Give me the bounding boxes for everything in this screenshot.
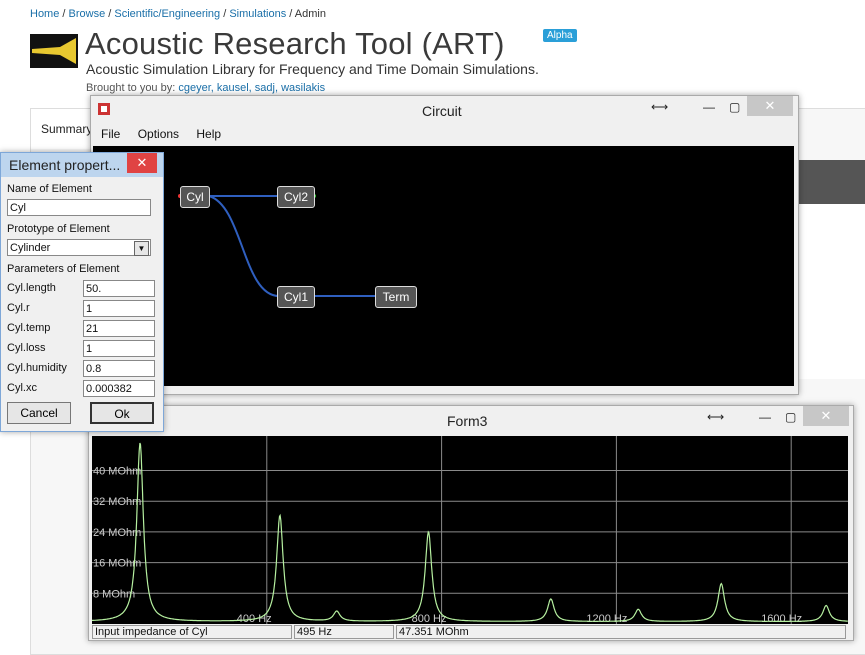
status-impedance: 47.351 MOhm	[396, 625, 846, 639]
node-term[interactable]: Term	[375, 286, 417, 308]
breadcrumb-simulations[interactable]: Simulations	[229, 8, 286, 20]
param-name: Cyl.xc	[7, 382, 37, 394]
brought-by: Brought to you by: cgeyer, kausel, sadj,…	[86, 82, 326, 94]
breadcrumb-home[interactable]: Home	[30, 8, 59, 20]
x-tick-label: 1200 Hz	[586, 613, 627, 624]
trumpet-icon	[32, 38, 76, 64]
authors-links[interactable]: cgeyer, kausel, sadj, wasilakis	[178, 82, 325, 94]
element-properties-dialog: Element propert... ✕ Name of Element Cyl…	[0, 152, 164, 432]
page-header-bar	[795, 160, 865, 204]
form3-titlebar[interactable]: Form3 ⟷ — ▢ ✕	[89, 406, 853, 434]
form3-title: Form3	[447, 413, 488, 429]
breadcrumb-admin: Admin	[294, 8, 326, 20]
circuit-close-button[interactable]: ✕	[747, 96, 793, 116]
status-frequency: 495 Hz	[294, 625, 394, 639]
node-cyl[interactable]: Cyl	[180, 186, 210, 208]
page-content	[795, 204, 865, 379]
breadcrumb: Home / Browse / Scientific/Engineering /…	[30, 8, 326, 20]
resize-icon[interactable]: ⟷	[651, 100, 668, 114]
params-label: Parameters of Element	[7, 263, 120, 275]
node-cyl2[interactable]: Cyl2	[277, 186, 315, 208]
menu-options[interactable]: Options	[138, 127, 179, 141]
param-name: Cyl.loss	[7, 342, 46, 354]
y-tick-label: 24 MOhm	[93, 527, 141, 539]
props-titlebar[interactable]: Element propert... ✕	[1, 153, 163, 177]
param-value-input[interactable]: 1	[83, 340, 155, 357]
prototype-label: Prototype of Element	[7, 223, 110, 235]
ok-button[interactable]: Ok	[90, 402, 154, 424]
circuit-menubar: File Options Help	[91, 124, 798, 144]
menu-file[interactable]: File	[101, 127, 120, 141]
breadcrumb-browse[interactable]: Browse	[69, 8, 106, 20]
impedance-plot[interactable]: 8 MOhm 16 MOhm 24 MOhm 32 MOhm 40 MOhm 400 Hz…	[92, 436, 848, 625]
param-name: Cyl.r	[7, 302, 30, 314]
x-tick-label: 1600 Hz	[761, 613, 802, 624]
param-value-input[interactable]: 50.	[83, 280, 155, 297]
x-tick-label: 800 Hz	[412, 613, 447, 624]
param-name: Cyl.length	[7, 282, 56, 294]
form3-window: Form3 ⟷ — ▢ ✕ 8 MOhm 16 MOhm 24 MOhm 32 MOh…	[88, 405, 854, 641]
name-label: Name of Element	[7, 183, 92, 195]
minimize-button[interactable]: —	[703, 100, 715, 114]
y-tick-label: 32 MOhm	[93, 496, 141, 508]
param-value-input[interactable]: 0.000382	[83, 380, 155, 397]
props-close-button[interactable]: ✕	[127, 153, 157, 173]
y-tick-label: 40 MOhm	[93, 466, 141, 478]
y-tick-label: 8 MOhm	[93, 588, 135, 600]
param-name: Cyl.temp	[7, 322, 51, 334]
circuit-canvas[interactable]: Cyl Cyl2 Cyl1 Term	[93, 146, 794, 386]
impedance-chart: 8 MOhm16 MOhm24 MOhm32 MOhm40 MOhm400 Hz…	[92, 436, 848, 625]
param-value-input[interactable]: 0.8	[83, 360, 155, 377]
maximize-button[interactable]: ▢	[785, 410, 796, 424]
node-cyl1[interactable]: Cyl1	[277, 286, 315, 308]
project-subtitle: Acoustic Simulation Library for Frequenc…	[86, 61, 539, 77]
minimize-button[interactable]: —	[759, 410, 771, 424]
param-name: Cyl.humidity	[7, 362, 67, 374]
circuit-title: Circuit	[422, 103, 462, 119]
status-description: Input impedance of Cyl	[92, 625, 292, 639]
maximize-button[interactable]: ▢	[729, 100, 740, 114]
circuit-window: Circuit ⟷ — ▢ ✕ File Options Help Cyl Cy…	[90, 95, 799, 395]
project-logo	[30, 34, 78, 68]
name-input[interactable]: Cyl	[7, 199, 151, 216]
param-value-input[interactable]: 21	[83, 320, 155, 337]
props-title: Element propert...	[9, 157, 121, 173]
app-icon	[98, 103, 110, 115]
alpha-badge: Alpha	[543, 29, 577, 42]
form3-close-button[interactable]: ✕	[803, 406, 849, 426]
menu-help[interactable]: Help	[196, 127, 221, 141]
cancel-button[interactable]: Cancel	[7, 402, 71, 424]
param-value-input[interactable]: 1	[83, 300, 155, 317]
prototype-select[interactable]: Cylinder ▼	[7, 239, 151, 256]
circuit-wires	[178, 194, 417, 298]
resize-icon[interactable]: ⟷	[707, 410, 724, 424]
chevron-down-icon[interactable]: ▼	[134, 241, 149, 256]
circuit-titlebar[interactable]: Circuit ⟷ — ▢ ✕	[91, 96, 798, 124]
breadcrumb-scientific[interactable]: Scientific/Engineering	[114, 8, 220, 20]
project-title: Acoustic Research Tool (ART)	[85, 26, 505, 61]
